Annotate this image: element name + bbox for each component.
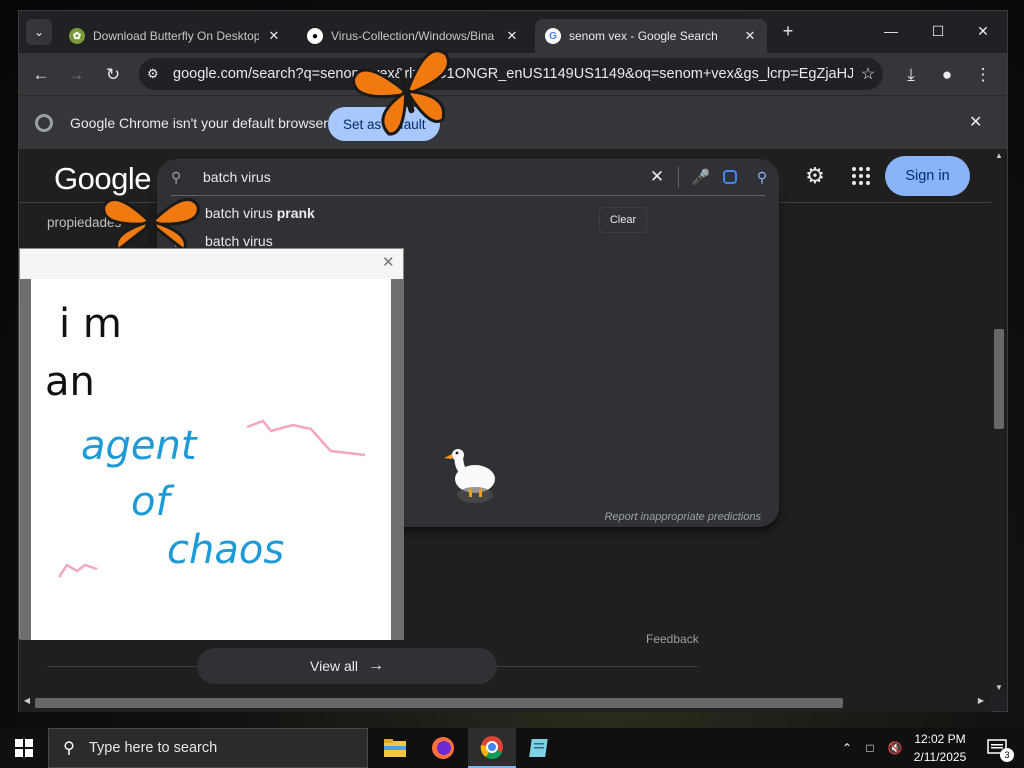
close-tab-icon[interactable]: ✕ xyxy=(741,28,759,44)
close-infobar-icon[interactable]: ✕ xyxy=(969,112,982,132)
microphone-icon[interactable]: 🎤 xyxy=(687,168,715,186)
horizontal-scrollbar[interactable]: ◀ ▶ xyxy=(19,694,991,712)
default-browser-infobar: Google Chrome isn't your default browser… xyxy=(19,95,1007,149)
butterfly-site-icon: ✿ xyxy=(69,28,85,44)
taskbar-search-placeholder: Type here to search xyxy=(89,740,218,756)
download-icon[interactable]: ⤓ xyxy=(897,61,925,89)
chrome-taskbar-icon[interactable] xyxy=(468,728,516,768)
scroll-right-icon[interactable]: ▶ xyxy=(973,696,989,705)
address-url[interactable]: google.com/search?q=senom+vex&rlz=1C1ONG… xyxy=(173,66,853,82)
doodle-canvas: i m an agent of chaos xyxy=(31,279,391,640)
start-button[interactable] xyxy=(0,728,48,768)
new-tab-button[interactable]: + xyxy=(776,21,800,42)
more-menu-icon[interactable]: ⋮ xyxy=(969,61,997,89)
tab-title: Virus-Collection/Windows/Bina xyxy=(331,29,495,43)
search-input[interactable]: batch virus xyxy=(193,169,644,185)
google-lens-icon[interactable] xyxy=(715,170,745,184)
clock[interactable]: 12:02 PM 2/11/2025 xyxy=(905,730,975,766)
popup-frame xyxy=(391,279,404,640)
notification-center-icon[interactable]: 3 xyxy=(978,728,1018,768)
suggestion-text: batch virus xyxy=(205,205,273,221)
popup-frame xyxy=(20,279,31,640)
divider xyxy=(678,166,679,188)
infobar-message: Google Chrome isn't your default browser xyxy=(70,115,328,131)
back-arrow-icon[interactable]: ← xyxy=(27,61,55,89)
profile-icon[interactable]: ● xyxy=(933,61,961,89)
butterfly-icon[interactable] xyxy=(100,190,202,250)
tab-butterfly[interactable]: ✿ Download Butterfly On Desktop ✕ xyxy=(59,19,291,53)
minimize-icon[interactable]: — xyxy=(871,19,911,43)
view-all-label: View all xyxy=(310,658,358,674)
report-predictions-link[interactable]: Report inappropriate predictions xyxy=(604,511,761,523)
feedback-link[interactable]: Feedback xyxy=(646,632,699,646)
clock-time: 12:02 PM xyxy=(914,732,966,746)
scroll-up-icon[interactable]: ▲ xyxy=(991,151,1007,160)
scroll-thumb[interactable] xyxy=(35,698,843,708)
search-submit-icon[interactable]: ⚲ xyxy=(745,169,779,186)
tab-title: Download Butterfly On Desktop xyxy=(93,29,259,43)
address-bar[interactable]: ⚙ google.com/search?q=senom+vex&rlz=1C1O… xyxy=(139,58,883,90)
tab-search-button[interactable]: ⌄ xyxy=(26,19,52,45)
notification-count-badge: 3 xyxy=(1000,748,1014,762)
firefox-icon[interactable] xyxy=(419,728,467,768)
suggestion-item[interactable]: batch virus prank xyxy=(157,199,779,227)
arrow-right-icon: → xyxy=(368,657,384,674)
scroll-down-icon[interactable]: ▼ xyxy=(991,683,1007,692)
bookmark-star-icon[interactable]: ☆ xyxy=(853,64,883,84)
site-info-icon[interactable]: ⚙ xyxy=(147,66,173,82)
doodle-scribbles xyxy=(57,419,366,578)
forward-arrow-icon[interactable]: → xyxy=(62,61,90,89)
search-icon: ⚲ xyxy=(171,168,182,185)
file-explorer-icon[interactable] xyxy=(371,728,419,768)
google-icon: G xyxy=(545,28,561,44)
windows-logo-icon xyxy=(15,739,33,757)
scroll-left-icon[interactable]: ◀ xyxy=(19,696,35,705)
goose-icon[interactable] xyxy=(439,445,499,509)
chevron-up-icon[interactable]: ⌃ xyxy=(838,728,856,768)
chrome-logo-icon xyxy=(35,114,53,132)
chevron-down-icon: ⌄ xyxy=(33,25,45,39)
network-icon[interactable]: □ xyxy=(860,728,880,768)
tab-strip: ⌄ ✿ Download Butterfly On Desktop ✕ ● Vi… xyxy=(19,11,1007,53)
divider xyxy=(171,195,765,196)
apps-grid-icon[interactable] xyxy=(852,167,870,185)
butterfly-icon[interactable] xyxy=(352,44,460,136)
desktop-icon[interactable] xyxy=(2,440,18,462)
clear-icon[interactable]: ✕ xyxy=(644,167,670,187)
tab-title: senom vex - Google Search xyxy=(569,29,718,43)
suggestion-completion: prank xyxy=(276,205,315,221)
taskbar-search-box[interactable]: ⚲ Type here to search xyxy=(48,728,368,768)
suggestion-text: batch virus xyxy=(205,233,273,249)
maximize-icon[interactable]: ☐ xyxy=(918,19,958,43)
taskbar: ⚲ Type here to search ⌃ □ 🔇 12:02 PM 2/1… xyxy=(0,728,1024,768)
close-window-icon[interactable]: ✕ xyxy=(963,19,1003,43)
search-icon: ⚲ xyxy=(63,740,75,757)
close-icon[interactable]: ✕ xyxy=(382,253,395,271)
desktop-icon[interactable] xyxy=(2,340,18,362)
view-all-button[interactable]: View all → xyxy=(197,648,497,684)
reload-icon[interactable]: ↻ xyxy=(99,61,127,89)
clear-tooltip: Clear xyxy=(599,207,647,233)
gear-icon[interactable]: ⚙ xyxy=(802,163,828,189)
notepad-icon[interactable] xyxy=(516,728,564,768)
volume-muted-icon[interactable]: 🔇 xyxy=(884,728,906,768)
browser-toolbar: ← → ↻ ⚙ google.com/search?q=senom+vex&rl… xyxy=(19,53,1007,95)
sign-in-button[interactable]: Sign in xyxy=(885,156,970,196)
scroll-thumb[interactable] xyxy=(994,329,1004,429)
clock-date: 2/11/2025 xyxy=(913,750,967,764)
search-box[interactable]: ⚲ batch virus ✕ 🎤 ⚲ xyxy=(157,159,779,195)
vertical-scrollbar[interactable]: ▲ ▼ xyxy=(991,149,1007,694)
desktop-icon[interactable] xyxy=(2,140,18,162)
close-tab-icon[interactable]: ✕ xyxy=(265,28,283,44)
github-icon: ● xyxy=(307,28,323,44)
desktop-icon[interactable] xyxy=(2,540,18,562)
desktop-icon[interactable] xyxy=(2,640,18,662)
tab-google-search[interactable]: G senom vex - Google Search ✕ xyxy=(535,19,767,53)
close-tab-icon[interactable]: ✕ xyxy=(503,28,521,44)
desktop-icon[interactable] xyxy=(2,60,18,82)
doodle-popup[interactable]: ✕ i m an agent of chaos xyxy=(19,248,404,640)
